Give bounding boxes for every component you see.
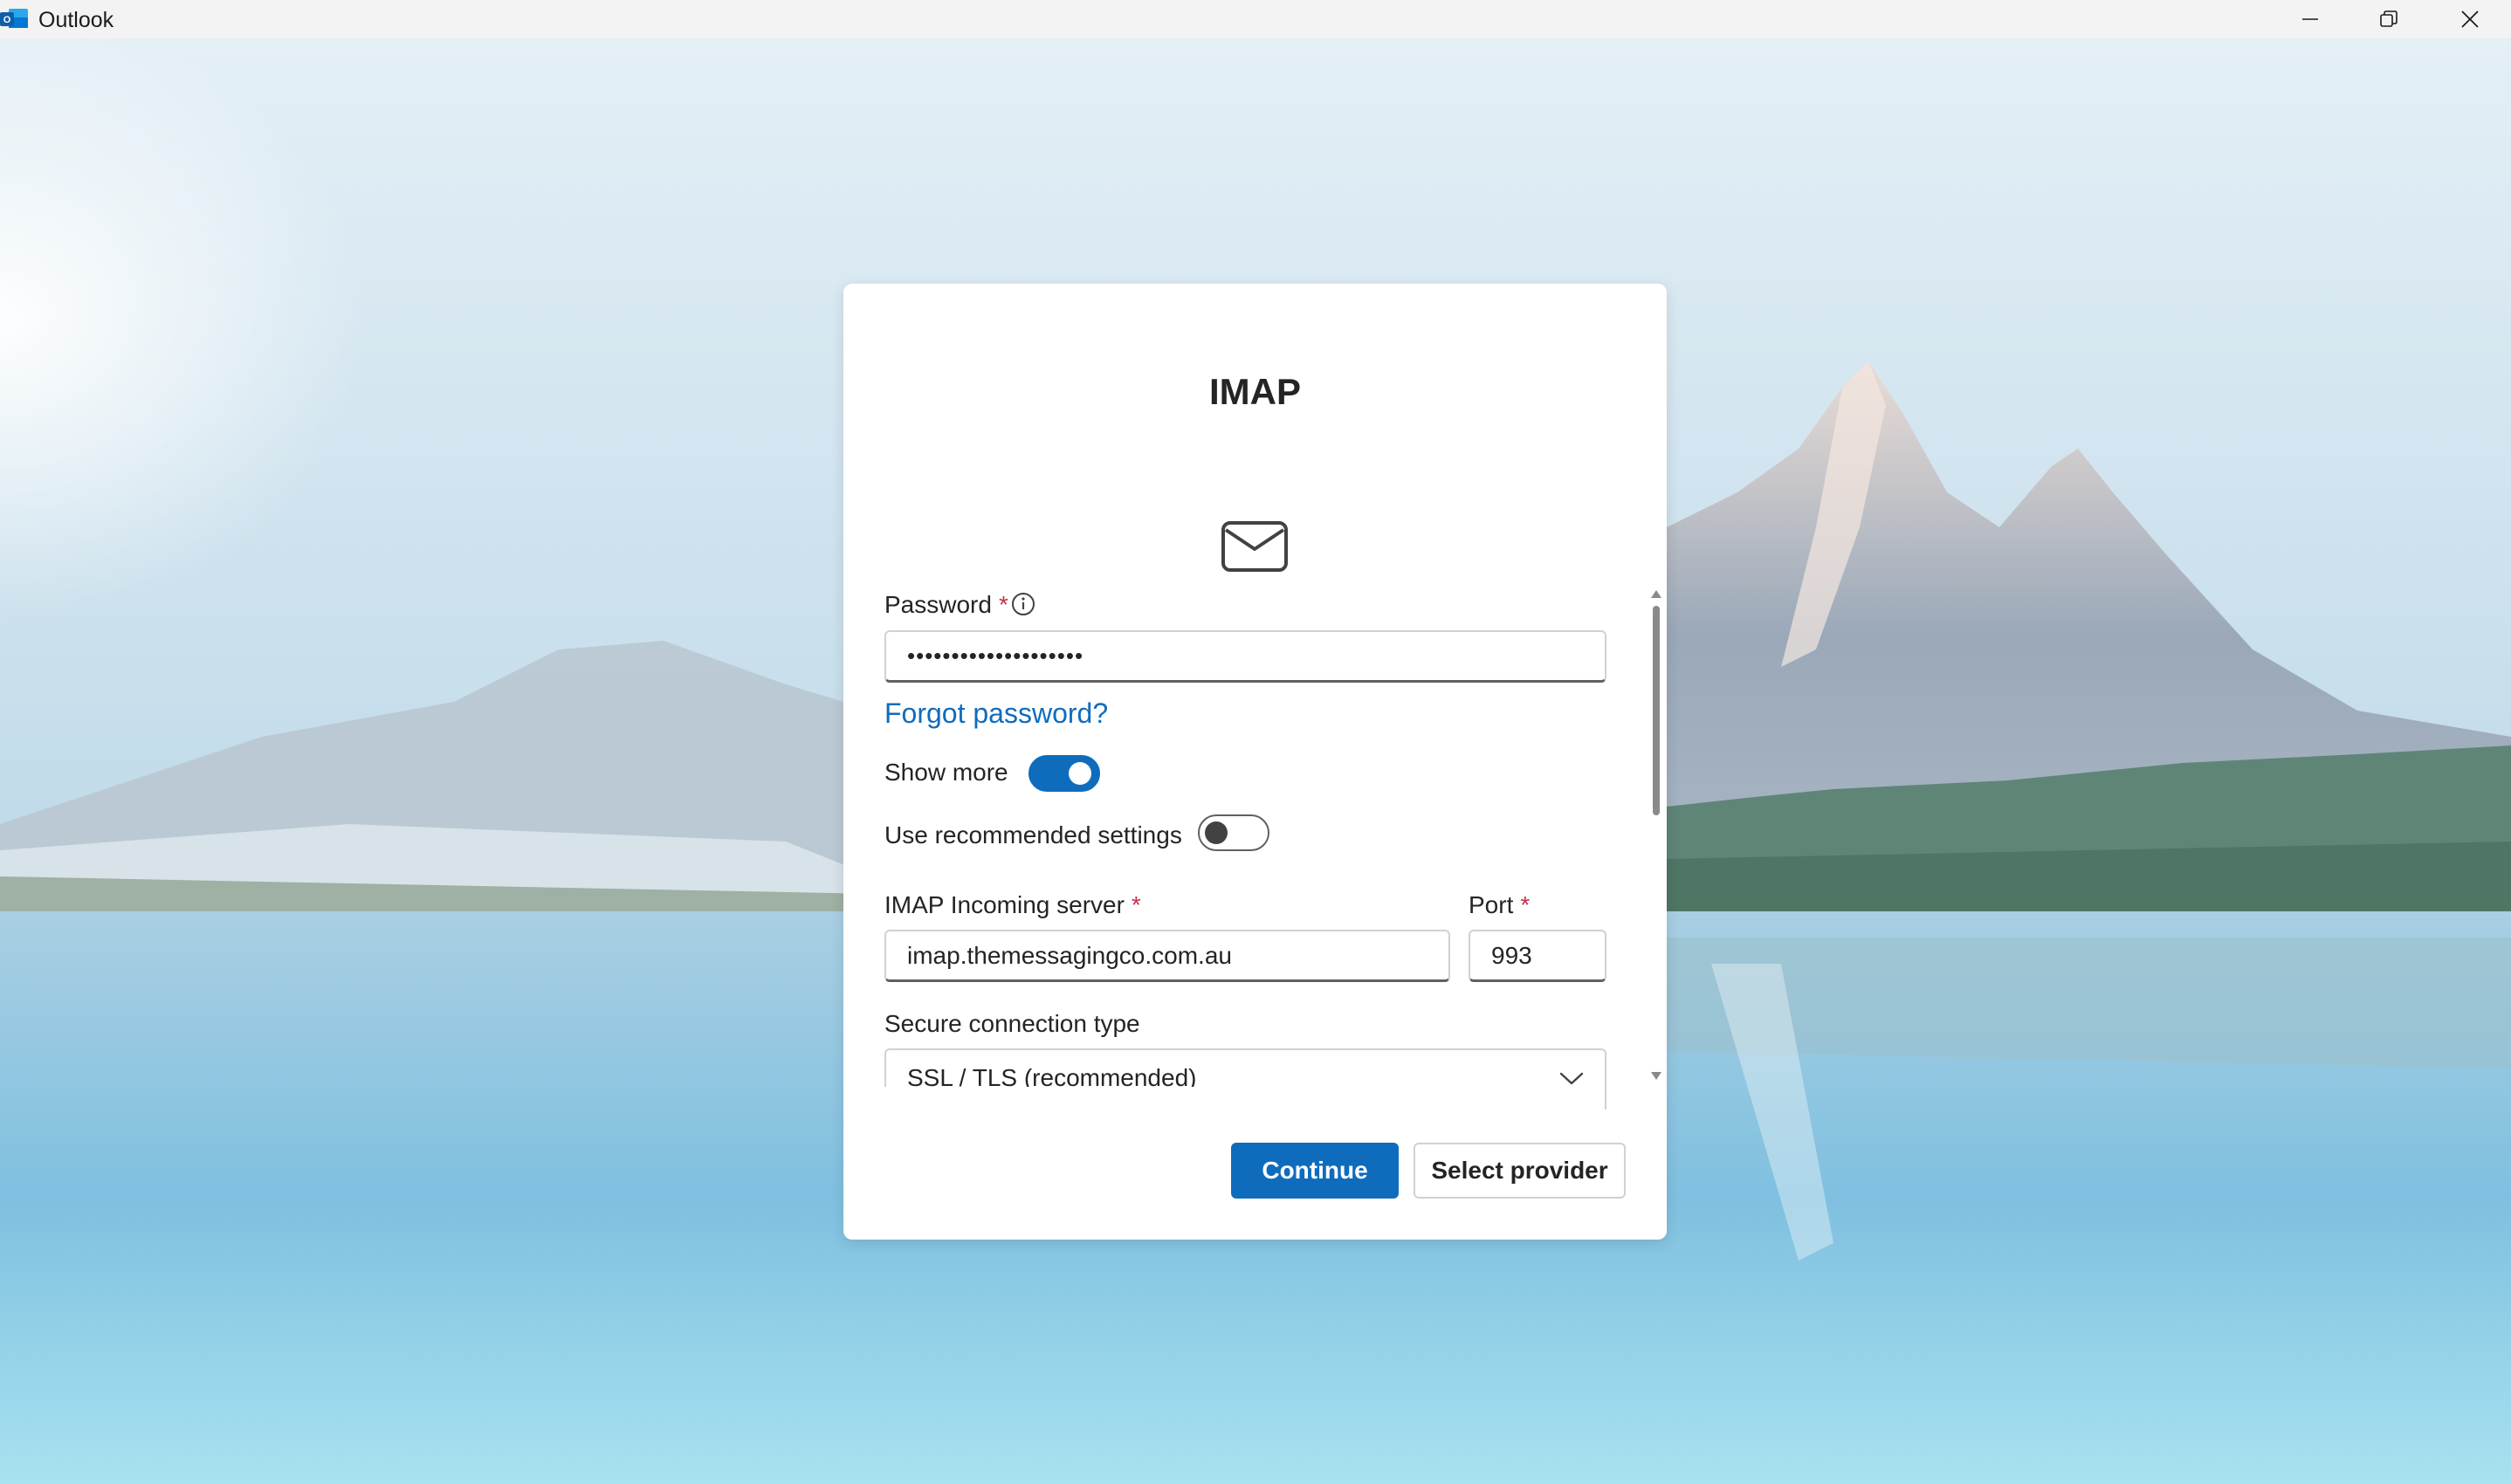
use-recommended-settings-label: Use recommended settings: [884, 821, 1182, 848]
incoming-server-label-text: IMAP Incoming server: [884, 891, 1125, 918]
restore-button[interactable]: [2349, 0, 2429, 38]
secure-connection-label: Secure connection type: [884, 1010, 1140, 1037]
continue-button[interactable]: Continue: [1231, 1143, 1399, 1199]
minimize-button[interactable]: [2270, 0, 2350, 38]
restore-icon: [2380, 10, 2397, 27]
close-button[interactable]: [2430, 0, 2510, 38]
svg-text:O: O: [3, 15, 11, 25]
port-value: 993: [1491, 941, 1532, 969]
password-input[interactable]: ••••••••••••••••••••: [884, 630, 1606, 683]
toggle-knob: [1205, 821, 1228, 844]
required-marker: *: [998, 591, 1008, 618]
dialog-scrollbar[interactable]: [1647, 583, 1666, 1086]
incoming-server-value: imap.themessagingco.com.au: [907, 941, 1232, 969]
app-title: Outlook: [38, 8, 114, 32]
minimize-icon: [2302, 18, 2318, 20]
port-input[interactable]: 993: [1469, 930, 1606, 982]
required-marker: *: [1520, 891, 1531, 918]
forgot-password-link[interactable]: Forgot password?: [884, 697, 1108, 730]
imap-dialog: IMAP Password * •••••••••••••••••••• Forg…: [843, 284, 1667, 1240]
mail-icon: [1221, 521, 1288, 572]
dialog-title: IMAP: [1209, 371, 1301, 412]
password-value: ••••••••••••••••••••: [907, 642, 1084, 669]
info-icon[interactable]: [1010, 591, 1036, 617]
scroll-clip-edge: [878, 1087, 1594, 1122]
incoming-server-input[interactable]: imap.themessagingco.com.au: [884, 930, 1450, 982]
use-recommended-settings-toggle[interactable]: [1198, 814, 1269, 851]
password-label: Password *: [884, 591, 1008, 619]
show-more-toggle[interactable]: [1028, 755, 1100, 792]
chevron-down-icon: [1559, 1072, 1584, 1085]
scroll-thumb[interactable]: [1653, 606, 1660, 815]
port-label-text: Port: [1469, 891, 1514, 918]
close-icon: [2461, 10, 2479, 28]
select-provider-button[interactable]: Select provider: [1414, 1143, 1626, 1199]
toggle-knob: [1069, 762, 1091, 785]
required-marker: *: [1131, 891, 1141, 918]
outlook-window: O Outlook IMAP Password * ••••••••••••••…: [0, 0, 2511, 1484]
password-label-text: Password: [884, 591, 992, 618]
show-more-label: Show more: [884, 759, 1008, 786]
port-label: Port *: [1469, 891, 1530, 919]
title-bar: O Outlook: [0, 0, 2511, 38]
scroll-down-arrow-icon[interactable]: [1651, 1072, 1661, 1080]
scroll-up-arrow-icon[interactable]: [1651, 590, 1661, 598]
outlook-logo-icon: O: [0, 9, 28, 28]
incoming-server-label: IMAP Incoming server *: [884, 891, 1141, 919]
